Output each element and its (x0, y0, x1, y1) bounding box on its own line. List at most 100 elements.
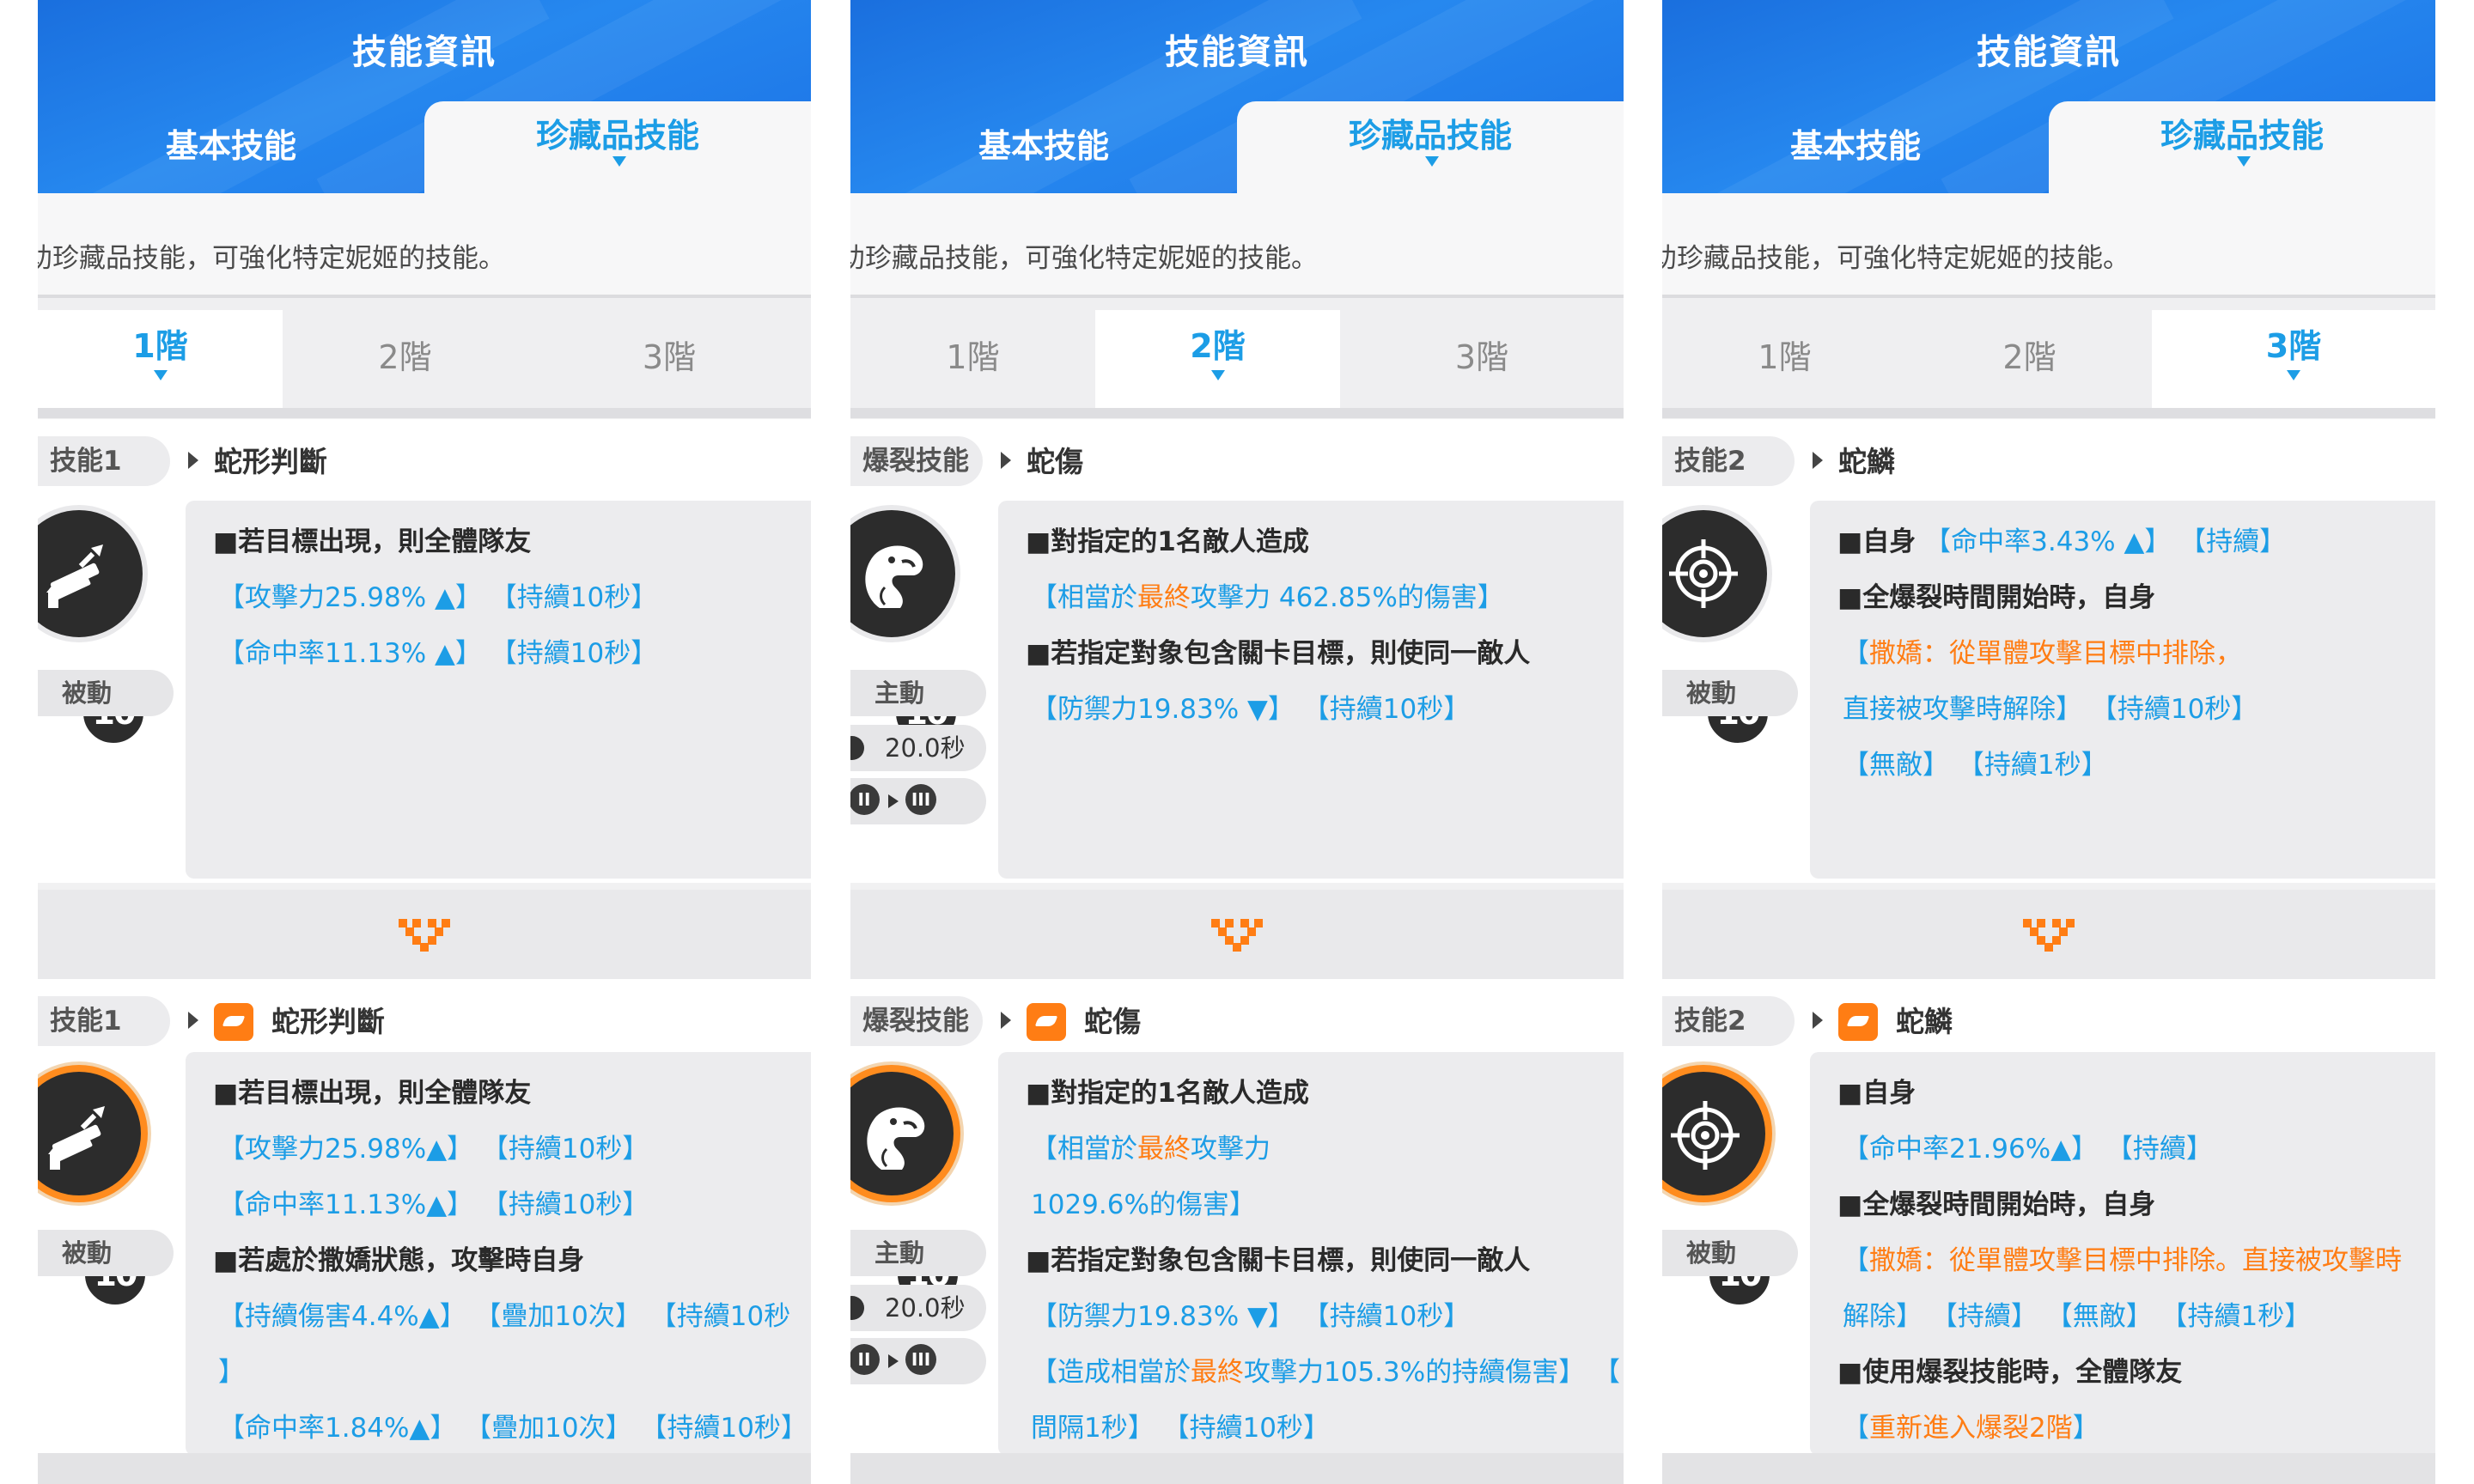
tab-basic-skill[interactable]: 基本技能 (38, 103, 424, 193)
effect-line: ■全爆裂時間開始時，自身 (1837, 1188, 2155, 1222)
tier-tab-1[interactable]: 1階 (38, 310, 283, 408)
skill-section-bottom: 技能2 蛇鱗 10被動 ■自身【命中率21.96%▲】 【持續】 ■全爆裂時間開始時，自… (1662, 979, 2435, 1460)
effect-line: 【命中率21.96%▲】 【持續】 (1843, 1132, 2213, 1166)
selected-indicator-icon (153, 370, 168, 380)
effect-line: 1029.6%的傷害】 (1031, 1188, 1256, 1222)
skill-section-top: 技能2 蛇鱗 10被動 ■自身 【命中率3.43% ▲】 【持續】 ■全爆裂時間開始時，… (1662, 419, 2435, 883)
tier-tab-3[interactable]: 3階 (527, 310, 811, 408)
tab-basic-skill[interactable]: 基本技能 (1662, 103, 2049, 193)
text-segment: 【命中率11.13% ▲】 【持續10秒】 (218, 638, 658, 669)
tier-label: 1階 (132, 327, 188, 365)
upgrade-chevron-icon (2023, 919, 2075, 952)
text-segment: 【造成相當於 (1031, 1357, 1191, 1388)
effect-line: 【防禦力19.83% ▼】 【持續10秒】 (1031, 1299, 1470, 1334)
text-segment: ■對指定的1名敵人造成 (1026, 1078, 1309, 1109)
text-segment: ■全爆裂時間開始時，自身 (1837, 582, 2156, 613)
arrow-right-icon (888, 1354, 899, 1368)
effect-line: 【命中率11.13% ▲】 【持續10秒】 (218, 636, 657, 671)
tier-tab-2[interactable]: 2階 (283, 310, 527, 408)
tier-label: 2階 (1190, 327, 1246, 365)
text-segment: ■對指定的1名敵人造成 (1026, 526, 1309, 557)
tier-tab-1[interactable]: 1階 (850, 310, 1095, 408)
text-segment: 解除】 【持續】 【無敵】 【持續1秒】 (1843, 1301, 2312, 1332)
text-segment: 【命中率11.13%▲】 【持續10秒】 (218, 1189, 649, 1220)
expand-arrow-icon[interactable] (1813, 452, 1823, 469)
skill-name: 蛇鱗 (1838, 445, 1895, 478)
burst-stage-indicator: II III (850, 778, 986, 824)
text-segment: ■若指定對象包含關卡目標，則使同一敵人 (1026, 638, 1531, 669)
text-segment: 【攻擊力25.98%▲】 【持續10秒】 (218, 1134, 649, 1165)
tier-tab-2[interactable]: 2階 (1907, 310, 2152, 408)
selected-indicator-icon (1425, 156, 1439, 167)
skill-info-panel: 技能資訊 基本技能 珍藏品技能 助珍藏品技能，可強化特定妮姬的技能。 1階 2階 3階 技能2… (1662, 0, 2435, 1484)
skill-name: 蛇形判斷 (214, 445, 327, 478)
skill-description-box: ■自身 【命中率3.43% ▲】 【持續】 ■全爆裂時間開始時，自身【撒嬌：從單體… (1810, 501, 2435, 879)
tier-label: 3階 (642, 338, 697, 376)
tier-tab-3[interactable]: 3階 (1340, 310, 1624, 408)
expand-arrow-icon[interactable] (1813, 1012, 1823, 1029)
burst-stage-3-icon: III (905, 1344, 936, 1375)
tier-label: 1階 (946, 338, 1000, 376)
description-text: 助珍藏品技能，可強化特定妮姬的技能。 (38, 243, 505, 274)
skill-type-label: 被動 (38, 1230, 174, 1276)
tier-label: 3階 (1454, 338, 1509, 376)
text-segment: 】 (2072, 1413, 2099, 1444)
text-segment: ■若處於撒嬌狀態，攻擊時自身 (213, 1245, 585, 1276)
tab-treasure-skill[interactable]: 珍藏品技能 (1237, 101, 1624, 193)
text-segment: ■使用爆裂技能時，全體隊友 (1837, 1357, 2183, 1388)
tab-label: 珍藏品技能 (2160, 117, 2324, 155)
expand-arrow-icon[interactable] (1001, 452, 1011, 469)
upgrade-chevron-icon (1211, 919, 1263, 952)
tier-selector: 1階 2階 3階 (1662, 298, 2435, 408)
effect-line: 【無敵】 【持續1秒】 (1843, 748, 2108, 782)
divider (1662, 408, 2435, 418)
effect-line: ■自身 【命中率3.43% ▲】 【持續】 (1837, 525, 2286, 559)
expand-arrow-icon[interactable] (188, 452, 198, 469)
tab-treasure-skill[interactable]: 珍藏品技能 (424, 101, 811, 193)
effect-line: 【防禦力19.83% ▼】 【持續10秒】 (1031, 692, 1470, 727)
skill-slot-tag: 爆裂技能 (850, 436, 983, 486)
effect-line: 【撒嬌：從單體攻擊目標中排除， (1843, 636, 2242, 671)
divider (1662, 1453, 2435, 1484)
text-segment: 【相當於 (1031, 582, 1137, 613)
crosshair-icon: 10 (1662, 505, 1772, 747)
skill-section-top: 爆裂技能蛇傷10主動20.0秒IIIII■對指定的1名敵人造成【相當於最終攻擊力… (850, 419, 1624, 883)
divider (38, 408, 811, 418)
rocket-launcher-icon: 10 (38, 1065, 149, 1309)
tier-tab-1[interactable]: 1階 (1662, 310, 1907, 408)
tier-label: 1階 (1758, 338, 1812, 376)
tab-basic-skill[interactable]: 基本技能 (850, 103, 1237, 193)
tier-tab-3[interactable]: 3階 (2152, 310, 2435, 408)
skill-type-label: 主動 (850, 670, 986, 716)
skill-type-label: 被動 (1662, 670, 1798, 716)
skill-description-box: ■自身 【命中率21.96%▲】 【持續】 ■全爆裂時間開始時，自身 【撒嬌：從單體攻… (1810, 1052, 2435, 1456)
text-segment: ■若目標出現，則全體隊友 (213, 1078, 532, 1109)
effect-line: ■自身 (1837, 1076, 1916, 1110)
skill-name: 蛇鱗 (1896, 1005, 1953, 1038)
text-segment: 【 (1843, 1413, 1869, 1444)
burst-stage-indicator: II III (850, 1338, 986, 1384)
text-segment: ■若目標出現，則全體隊友 (213, 526, 532, 557)
header-bar: 技能資訊 基本技能 珍藏品技能 (1662, 0, 2435, 193)
page-title: 技能資訊 (352, 33, 497, 72)
effect-line: 【攻擊力25.98%▲】 【持續10秒】 (218, 1132, 649, 1166)
burst-stage-3-icon: III (905, 784, 936, 815)
text-segment: ■若指定對象包含關卡目標，則使同一敵人 (1026, 1245, 1531, 1276)
effect-line: 【攻擊力25.98% ▲】 【持續10秒】 (218, 581, 657, 615)
effect-line: ■全爆裂時間開始時，自身 (1837, 581, 2155, 615)
tier-tab-2[interactable]: 2階 (1095, 310, 1340, 408)
divider (850, 408, 1624, 418)
skill-description-box: ■對指定的1名敵人造成 【相當於最終攻擊力 1029.6%的傷害】 ■若指定對象包含關… (998, 1052, 1624, 1456)
effect-line: ■若目標出現，則全體隊友 (213, 1076, 531, 1110)
cobra-icon: 10 (850, 1065, 962, 1309)
effect-line: ■對指定的1名敵人造成 (1026, 525, 1309, 559)
effect-line: ■若指定對象包含關卡目標，則使同一敵人 (1026, 1244, 1530, 1278)
treasure-badge-icon (1838, 1003, 1878, 1041)
text-segment: 【命中率21.96%▲】 【持續】 (1843, 1134, 2213, 1165)
tier-label: 2階 (378, 338, 432, 376)
expand-arrow-icon[interactable] (1001, 1012, 1011, 1029)
expand-arrow-icon[interactable] (188, 1012, 198, 1029)
page-title: 技能資訊 (1165, 33, 1309, 72)
tab-treasure-skill[interactable]: 珍藏品技能 (2049, 101, 2435, 193)
header-bar: 技能資訊基本技能 珍藏品技能 (850, 0, 1624, 193)
